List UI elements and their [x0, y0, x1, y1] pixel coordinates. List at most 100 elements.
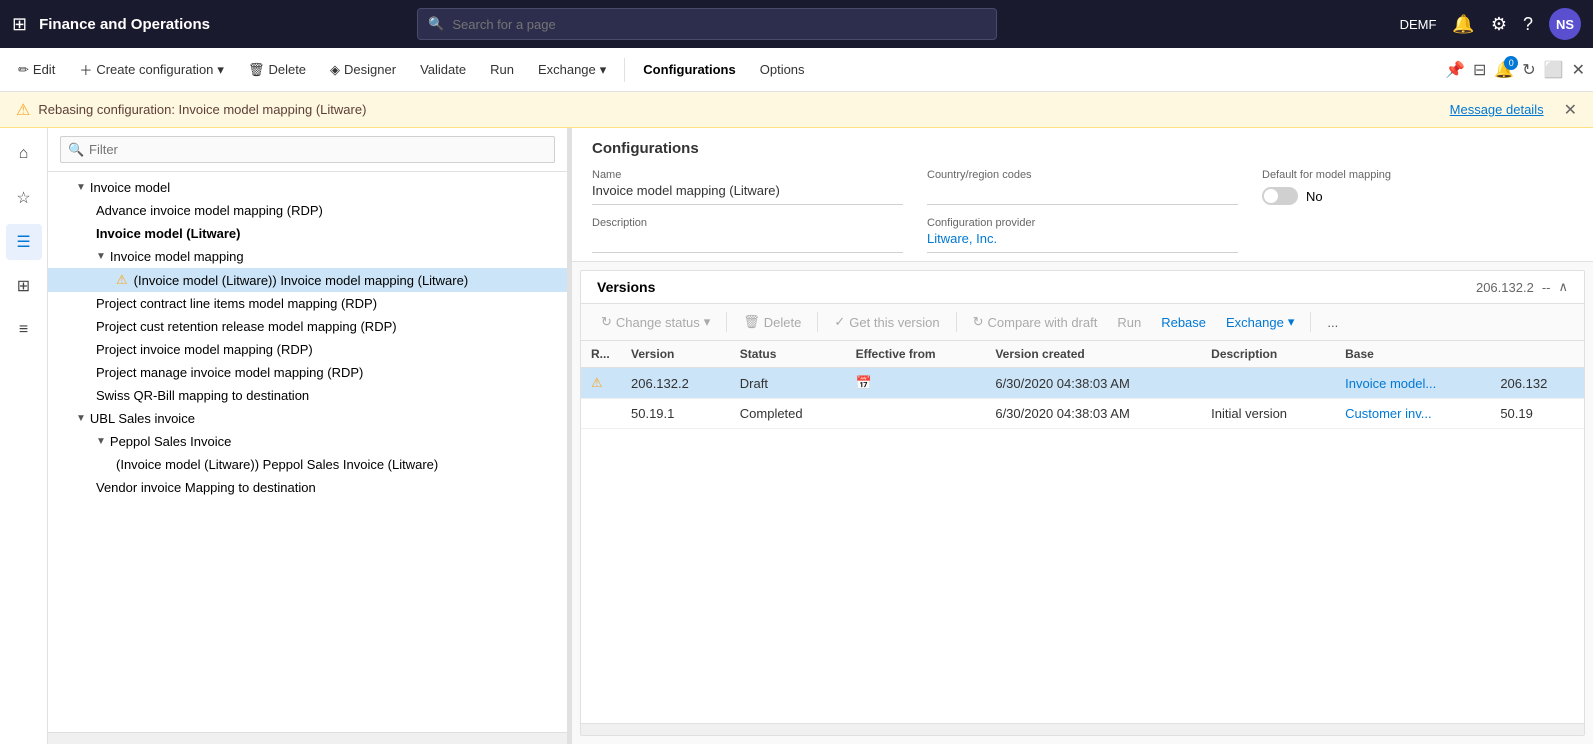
versions-exchange-button[interactable]: Exchange ▾: [1218, 310, 1302, 334]
versions-header: Versions 206.132.2 -- ∧: [581, 271, 1584, 304]
row-base-link[interactable]: Invoice model...: [1335, 368, 1490, 399]
close-window-icon[interactable]: ✕: [1572, 60, 1585, 80]
options-tab[interactable]: Options: [750, 56, 815, 83]
tree-item-label: UBL Sales invoice: [90, 411, 195, 426]
tree-item-label: Invoice model: [90, 180, 170, 195]
tree-item-project-invoice[interactable]: Project invoice model mapping (RDP): [48, 338, 567, 361]
tree-item-invoice-model-mapping[interactable]: ▼ Invoice model mapping: [48, 245, 567, 268]
tree-item-invoice-model-litware[interactable]: Invoice model (Litware): [48, 222, 567, 245]
tree-item-peppol-sales[interactable]: ▼ Peppol Sales Invoice: [48, 430, 567, 453]
tree-item-label: Project cust retention release model map…: [96, 319, 397, 334]
default-toggle-wrap: No: [1262, 187, 1573, 205]
tree-horizontal-scrollbar[interactable]: [48, 732, 567, 744]
exchange-dropdown-icon: ▾: [1288, 314, 1295, 330]
notification-icon[interactable]: 🔔: [1452, 14, 1474, 35]
chevron-down-icon: ▼: [76, 413, 86, 424]
help-icon[interactable]: ?: [1523, 14, 1533, 35]
row-description: [1201, 368, 1335, 399]
tree-item-project-cust[interactable]: Project cust retention release model map…: [48, 315, 567, 338]
collapse-icon[interactable]: ∧: [1558, 279, 1568, 295]
tree-item-label: Project invoice model mapping (RDP): [96, 342, 313, 357]
tree-item-label: (Invoice model (Litware)) Invoice model …: [134, 273, 469, 288]
table-row[interactable]: ⚠ 206.132.2 Draft 📅 6/30/2020 04:38:03 A…: [581, 368, 1584, 399]
top-navigation: ⊞ Finance and Operations 🔍 DEMF 🔔 ⚙ ? NS: [0, 0, 1593, 48]
tree-item-ubl-sales[interactable]: ▼ UBL Sales invoice: [48, 407, 567, 430]
validate-button[interactable]: Validate: [410, 56, 476, 83]
edit-button[interactable]: ✏ Edit: [8, 56, 65, 84]
filter-input[interactable]: [60, 136, 555, 163]
tree-item-label: Project contract line items model mappin…: [96, 296, 377, 311]
get-version-icon: ✓: [834, 314, 845, 330]
banner-close-button[interactable]: ✕: [1564, 100, 1577, 120]
name-field-group: Name Invoice model mapping (Litware): [592, 169, 903, 205]
designer-button[interactable]: ◈ Designer: [320, 56, 406, 84]
versions-section: Versions 206.132.2 -- ∧ ↻ Change status …: [580, 270, 1585, 736]
configurations-title: Configurations: [592, 140, 1573, 157]
search-bar[interactable]: 🔍: [417, 8, 997, 40]
tree-item-swiss-qr[interactable]: Swiss QR-Bill mapping to destination: [48, 384, 567, 407]
toolbar-separator: [1310, 312, 1311, 332]
tree-item-project-manage[interactable]: Project manage invoice model mapping (RD…: [48, 361, 567, 384]
tree-item-invoice-model-mapping-litware[interactable]: ⚠ (Invoice model (Litware)) Invoice mode…: [48, 268, 567, 292]
message-details-link[interactable]: Message details: [1450, 102, 1544, 117]
description-field-group: Description: [592, 217, 903, 253]
refresh-icon[interactable]: ↻: [1522, 60, 1535, 80]
settings-icon[interactable]: ⚙: [1491, 14, 1507, 35]
reports-icon-btn[interactable]: ≡: [6, 312, 42, 348]
exchange-button[interactable]: Exchange ▾: [528, 56, 616, 84]
compare-icon: ↻: [973, 314, 984, 330]
versions-horizontal-scrollbar[interactable]: [581, 723, 1584, 735]
change-status-icon: ↻: [601, 314, 612, 330]
delete-button[interactable]: 🗑 Delete: [238, 56, 316, 84]
rebase-button[interactable]: Rebase: [1153, 311, 1214, 334]
tree-item-project-contract[interactable]: Project contract line items model mappin…: [48, 292, 567, 315]
home-icon-btn[interactable]: ⌂: [6, 136, 42, 172]
provider-value[interactable]: Litware, Inc.: [927, 231, 1238, 253]
tree-item-advance-invoice[interactable]: Advance invoice model mapping (RDP): [48, 199, 567, 222]
run-button[interactable]: Run: [480, 56, 524, 83]
row-version-created: 6/30/2020 04:38:03 AM: [985, 399, 1201, 429]
expand-icon[interactable]: ⬜: [1544, 60, 1564, 80]
toggle-knob: [1264, 189, 1278, 203]
badge-icon[interactable]: 🔔 0: [1494, 60, 1514, 80]
default-field-group: Default for model mapping No: [1262, 169, 1573, 205]
create-icon: ＋: [79, 60, 92, 79]
row-status: Draft: [730, 368, 846, 399]
provider-label: Configuration provider: [927, 217, 1238, 229]
default-toggle[interactable]: [1262, 187, 1298, 205]
compare-draft-button[interactable]: ↻ Compare with draft: [965, 310, 1106, 334]
exchange-dropdown-icon: ▾: [600, 62, 607, 78]
chevron-down-icon: ▼: [96, 436, 106, 447]
app-grid-icon[interactable]: ⊞: [12, 14, 27, 35]
tree-item-peppol-litware[interactable]: (Invoice model (Litware)) Peppol Sales I…: [48, 453, 567, 476]
row-warn-cell: [581, 399, 621, 429]
default-label: Default for model mapping: [1262, 169, 1573, 181]
configurations-header: Configurations Name Invoice model mappin…: [572, 128, 1593, 262]
configurations-tab[interactable]: Configurations: [633, 56, 745, 83]
workspaces-icon-btn[interactable]: ⊞: [6, 268, 42, 304]
versions-table: R... Version Status Effective from Versi…: [581, 341, 1584, 723]
panel-icon[interactable]: ⊟: [1473, 60, 1486, 80]
table-row[interactable]: 50.19.1 Completed 6/30/2020 04:38:03 AM …: [581, 399, 1584, 429]
tree-item-vendor-invoice[interactable]: Vendor invoice Mapping to destination: [48, 476, 567, 499]
calendar-icon[interactable]: 📅: [856, 375, 872, 390]
row-base-version: 206.132: [1490, 368, 1584, 399]
get-version-button[interactable]: ✓ Get this version: [826, 310, 947, 334]
row-effective-from: 📅: [846, 368, 986, 399]
row-base-link[interactable]: Customer inv...: [1335, 399, 1490, 429]
tree-item-label: Advance invoice model mapping (RDP): [96, 203, 323, 218]
country-value: [927, 183, 1238, 205]
favorites-icon-btn[interactable]: ☆: [6, 180, 42, 216]
change-status-button[interactable]: ↻ Change status ▾: [593, 310, 718, 334]
versions-run-button[interactable]: Run: [1109, 311, 1149, 334]
col-r: R...: [581, 341, 621, 368]
tree-item-label: Invoice model (Litware): [96, 226, 240, 241]
more-options-button[interactable]: ...: [1319, 311, 1346, 334]
search-input[interactable]: [452, 17, 986, 32]
user-avatar[interactable]: NS: [1549, 8, 1581, 40]
recent-icon-btn[interactable]: ☰: [6, 224, 42, 260]
pin-icon[interactable]: 📌: [1445, 60, 1465, 80]
versions-delete-button[interactable]: 🗑 Delete: [735, 310, 809, 334]
create-config-button[interactable]: ＋ Create configuration ▾: [69, 54, 234, 85]
tree-item-invoice-model[interactable]: ▼ Invoice model: [48, 176, 567, 199]
